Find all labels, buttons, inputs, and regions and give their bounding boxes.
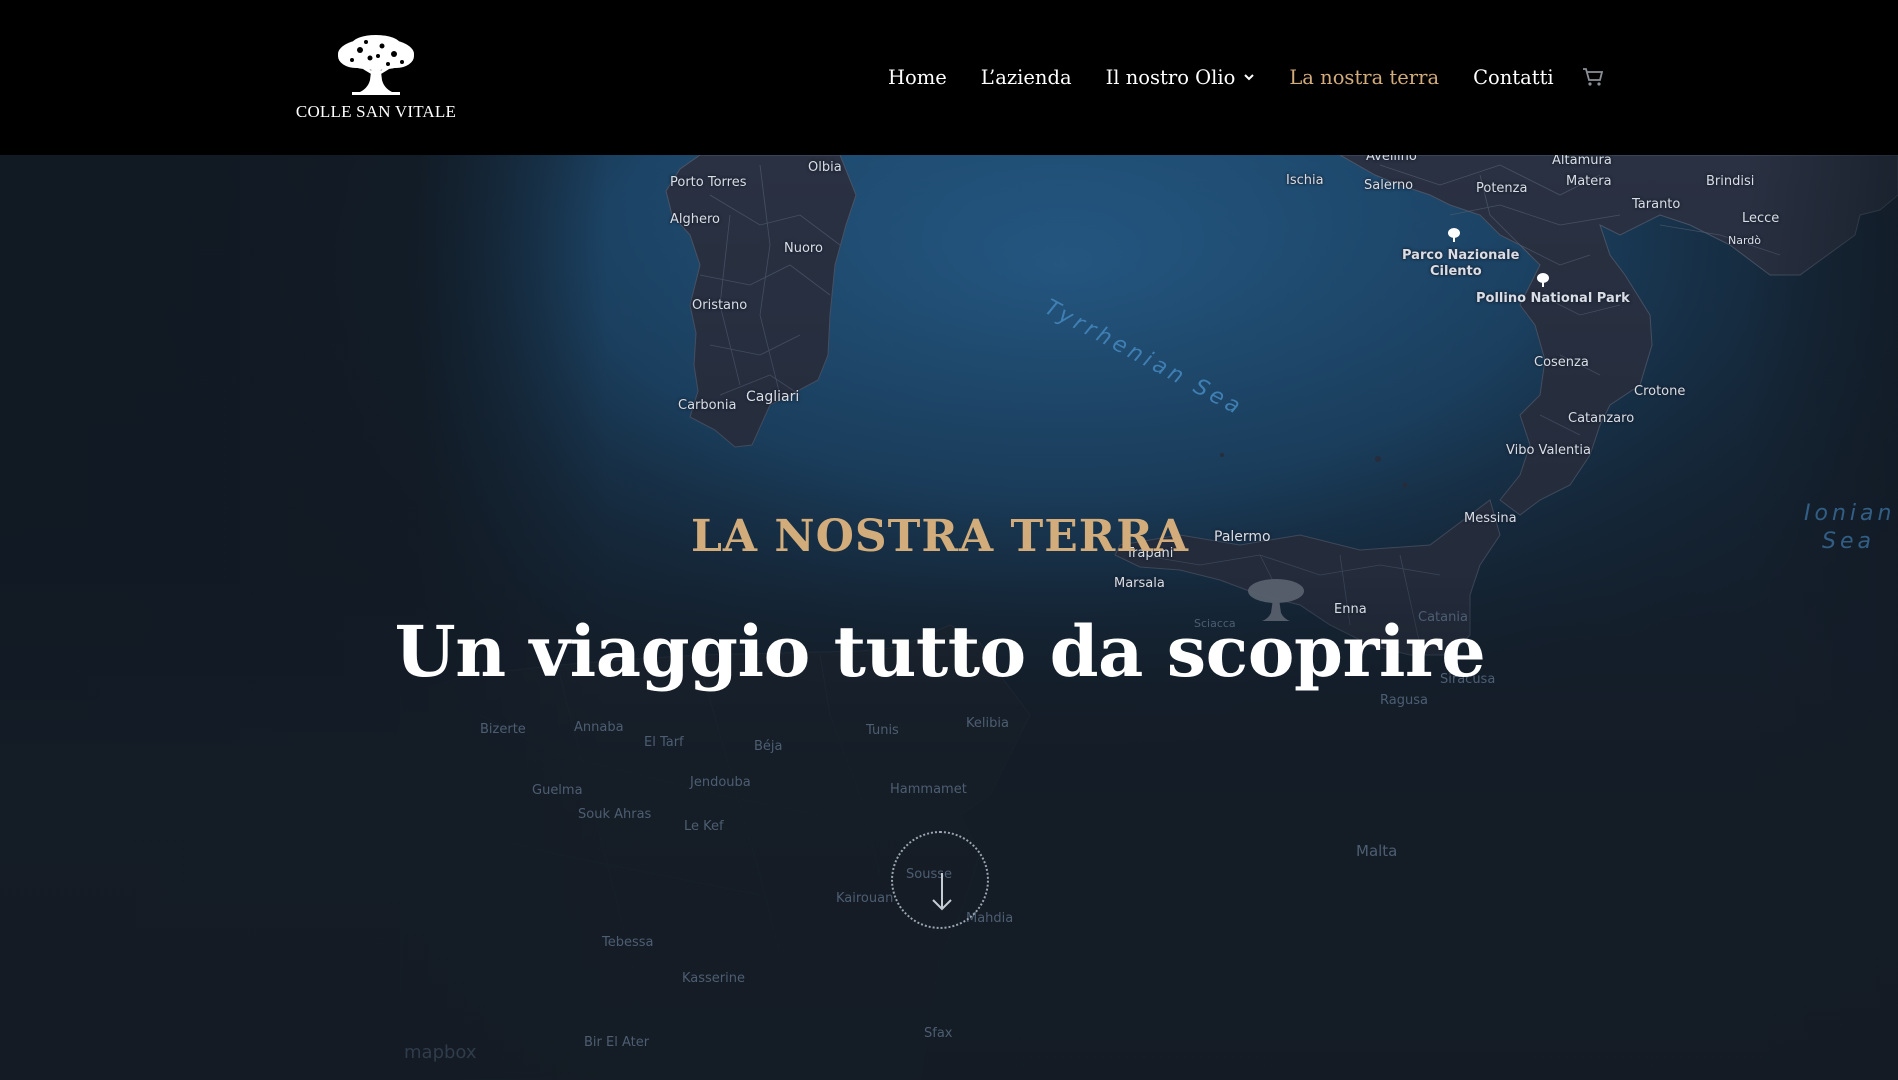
map-label-bir-el-ater: Bir El Ater	[584, 1035, 650, 1050]
tree-icon	[1448, 228, 1460, 242]
map-label-kasserine: Kasserine	[682, 971, 746, 986]
map-label-nuoro: Nuoro	[784, 241, 823, 256]
map-label-hammamet: Hammamet	[890, 782, 967, 797]
map-label-vibo-valentia: Vibo Valentia	[1506, 443, 1591, 458]
tree-icon	[1537, 273, 1549, 287]
nav-item-contatti[interactable]: Contatti	[1473, 66, 1554, 89]
mapbox-attribution[interactable]: mapbox	[404, 1042, 477, 1063]
map-label-souk-ahras: Souk Ahras	[578, 807, 652, 822]
map-label-catanzaro: Catanzaro	[1568, 411, 1635, 426]
shopping-cart-icon[interactable]	[1582, 67, 1604, 87]
map-label-carbonia: Carbonia	[678, 398, 737, 413]
chevron-down-icon	[1244, 74, 1255, 81]
olive-tree-icon	[338, 35, 414, 95]
map-label-oristano: Oristano	[692, 298, 748, 313]
map-label-beja: Béja	[754, 739, 783, 754]
map-label-crotone: Crotone	[1634, 384, 1686, 399]
nav-label-la-nostra-terra: La nostra terra	[1289, 65, 1440, 89]
map-label-el-tarf: El Tarf	[644, 735, 684, 750]
map-label-nardo: Nardò	[1728, 234, 1762, 247]
nav-item-il-nostro-olio[interactable]: Il nostro Olio	[1106, 66, 1256, 89]
map-label-parco-cilento: Parco Nazionale	[1402, 248, 1520, 263]
map-label-cosenza: Cosenza	[1534, 355, 1589, 370]
nav-label-contatti: Contatti	[1473, 65, 1554, 89]
nav-label-home: Home	[888, 65, 947, 89]
map-label-olbia: Olbia	[808, 160, 842, 175]
brand-name: COLLE SAN VITALE	[295, 102, 457, 121]
map-label-matera: Matera	[1566, 174, 1612, 189]
map-label-altamura: Altamura	[1552, 155, 1612, 168]
map-label-sfax: Sfax	[924, 1026, 953, 1041]
map-label-brindisi: Brindisi	[1706, 174, 1755, 189]
map-label-taranto: Taranto	[1632, 197, 1681, 212]
nav-label-azienda: L’azienda	[980, 65, 1072, 89]
map-label-tunis: Tunis	[866, 723, 899, 738]
map-label-potenza: Potenza	[1476, 181, 1528, 196]
arrow-down-icon	[932, 873, 952, 911]
map-label-ischia: Ischia	[1286, 173, 1324, 188]
main-navigation: Home L’azienda Il nostro Olio La nostra …	[888, 64, 1604, 90]
site-logo[interactable]: COLLE SAN VITALE	[288, 34, 464, 124]
hero-title: Un viaggio tutto da scoprire	[394, 610, 1486, 693]
map-label-tebessa: Tebessa	[602, 935, 654, 950]
hero-map-section: Olbia Porto Torres Alghero Nuoro Oristan…	[0, 155, 1898, 1080]
nav-item-la-nostra-terra[interactable]: La nostra terra	[1289, 66, 1439, 89]
map-label-bizerte: Bizerte	[480, 722, 526, 737]
map-label-avellino: Avellino	[1366, 155, 1417, 164]
scroll-down-button[interactable]	[891, 831, 989, 929]
hero-eyebrow: LA NOSTRA TERRA	[690, 511, 1190, 562]
map-label-guelma: Guelma	[532, 783, 583, 798]
map-label-kelibia: Kelibia	[966, 716, 1009, 731]
map-label-le-kef: Le Kef	[684, 819, 724, 834]
map-label-alghero: Alghero	[670, 212, 721, 227]
map-label-salerno: Salerno	[1364, 178, 1414, 193]
map-label-porto-torres: Porto Torres	[670, 175, 747, 190]
map-label-annaba: Annaba	[574, 720, 624, 735]
map-label-cagliari: Cagliari	[746, 389, 800, 405]
nav-item-home[interactable]: Home	[888, 66, 947, 89]
map-label-kairouan: Kairouan	[836, 891, 894, 906]
map-label-marsala: Marsala	[1114, 576, 1165, 591]
site-header: COLLE SAN VITALE Home L’azienda Il nostr…	[0, 0, 1898, 155]
map-label-jendouba: Jendouba	[690, 775, 751, 790]
map-label-pollino: Pollino National Park	[1476, 291, 1630, 306]
nav-label-il-nostro-olio: Il nostro Olio	[1105, 65, 1236, 89]
map-label-lecce: Lecce	[1742, 211, 1780, 226]
nav-item-azienda[interactable]: L’azienda	[981, 66, 1072, 89]
map-label-ragusa: Ragusa	[1380, 693, 1428, 708]
map-label-malta: Malta	[1356, 842, 1398, 860]
map-label-cilento: Cilento	[1430, 264, 1482, 279]
